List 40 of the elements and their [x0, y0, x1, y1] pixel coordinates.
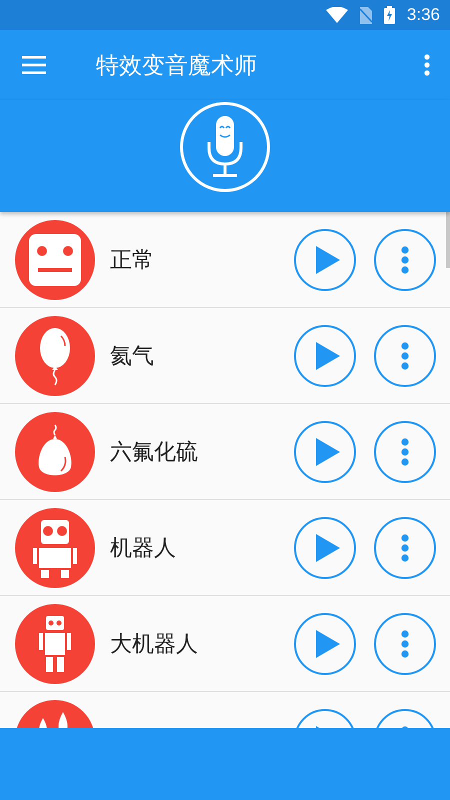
record-button[interactable] [180, 102, 270, 192]
options-button[interactable] [374, 228, 436, 290]
play-icon [316, 534, 340, 562]
menu-icon [22, 56, 46, 74]
more-icon [424, 54, 430, 76]
effect-name: 大机器人 [110, 630, 199, 658]
more-icon [401, 342, 409, 370]
options-button[interactable] [374, 516, 436, 578]
effect-name: 氦气 [110, 342, 155, 370]
effect-name: 正常 [110, 246, 155, 274]
more-icon [401, 630, 409, 658]
play-button[interactable] [294, 516, 356, 578]
play-icon [316, 438, 340, 466]
play-icon [316, 246, 340, 274]
balloon-icon [15, 412, 95, 492]
battery-icon [384, 6, 395, 24]
play-icon [316, 630, 340, 658]
play-button[interactable] [294, 420, 356, 482]
effect-name: 六氟化硫 [110, 438, 199, 466]
clock-time: 3:36 [406, 5, 440, 25]
robot-icon [15, 604, 95, 684]
play-button[interactable] [294, 324, 356, 386]
wifi-icon [326, 7, 348, 23]
options-button[interactable] [374, 612, 436, 674]
scrollbar[interactable] [446, 212, 450, 268]
more-icon [401, 534, 409, 562]
app-title: 特效变音魔术师 [96, 52, 257, 80]
smiling-microphone-icon [207, 116, 243, 178]
robot-face-icon [15, 220, 95, 300]
robot-icon [15, 508, 95, 588]
more-icon [401, 246, 409, 274]
balloon-icon [15, 316, 95, 396]
effect-name: 机器人 [110, 534, 177, 562]
no-sim-icon [360, 6, 372, 24]
options-button[interactable] [374, 324, 436, 386]
play-button[interactable] [294, 612, 356, 674]
more-icon [401, 438, 409, 466]
play-icon [316, 342, 340, 370]
options-button[interactable] [374, 420, 436, 482]
play-button[interactable] [294, 228, 356, 290]
